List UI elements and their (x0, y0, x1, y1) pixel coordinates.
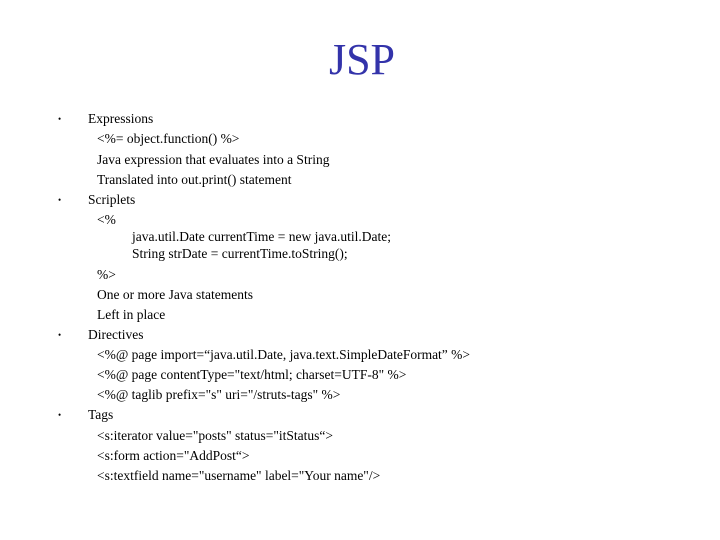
scriplets-open-tag: <% (97, 212, 116, 227)
bullet-icon: • (58, 330, 62, 340)
expressions-translation: Translated into out.print() statement (97, 172, 292, 187)
section-heading-expressions: Expressions (88, 111, 154, 126)
scriplets-code-line: java.util.Date currentTime = new java.ut… (132, 229, 392, 244)
expressions-description: Java expression that evaluates into a St… (97, 152, 330, 167)
section-heading-tags: Tags (88, 407, 114, 422)
scriplets-description: One or more Java statements (97, 287, 253, 302)
expressions-syntax: <%= object.function() %> (97, 131, 240, 146)
directive-taglib: <%@ taglib prefix="s" uri="/struts-tags"… (97, 387, 341, 402)
section-heading-scriplets: Scriplets (88, 192, 136, 207)
bullet-icon: • (58, 114, 62, 124)
tag-textfield: <s:textfield name="username" label="Your… (97, 468, 381, 483)
section-heading-directives: Directives (88, 327, 144, 342)
bullet-icon: • (58, 410, 62, 420)
directive-page-import: <%@ page import=“java.util.Date, java.te… (97, 347, 471, 362)
scriplets-code-line: String strDate = currentTime.toString(); (132, 246, 348, 261)
scriplets-close-tag: %> (97, 267, 116, 282)
tag-form: <s:form action="AddPost“> (97, 448, 250, 463)
scriplets-note: Left in place (97, 307, 166, 322)
directive-content-type: <%@ page contentType="text/html; charset… (97, 367, 407, 382)
tag-iterator: <s:iterator value="posts" status="itStat… (97, 428, 333, 443)
bullet-icon: • (58, 195, 62, 205)
slide-title: JSP (328, 35, 396, 84)
